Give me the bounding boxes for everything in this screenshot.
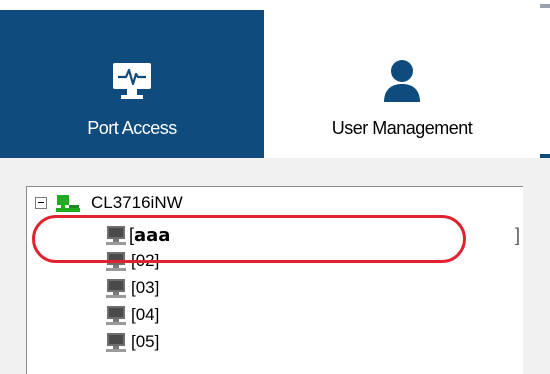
user-icon [382, 52, 422, 110]
tree-port-row[interactable]: [03] [105, 275, 159, 301]
port-label: [05] [131, 332, 160, 351]
window-edge-panel [538, 158, 550, 374]
tree-port-row[interactable]: [05] [105, 329, 159, 355]
port-label: [04] [131, 305, 160, 324]
computer-icon [105, 277, 127, 299]
window-edge [540, 4, 550, 8]
tree-port-row[interactable]: [04] [105, 302, 159, 328]
tab-user-management[interactable]: User Management [264, 10, 540, 158]
tab-port-access-label: Port Access [87, 118, 177, 138]
port-tree-panel: CL3716iNW [ aaa ] [02] [03] [04] [05] [0, 158, 538, 374]
highlight-callout [32, 215, 466, 263]
tree-root-label: CL3716iNW [91, 193, 183, 212]
collapse-icon[interactable] [35, 197, 47, 209]
port-label: [03] [131, 278, 160, 297]
tab-user-management-label: User Management [331, 118, 473, 138]
network-device-icon [55, 193, 81, 213]
computer-icon [105, 331, 127, 353]
tree-root-row[interactable]: CL3716iNW [35, 190, 183, 216]
edit-close-bracket: ] [515, 224, 521, 245]
tab-bar: Port Access User Management [0, 10, 550, 158]
app-window: Port Access User Management CL3716iNW [… [0, 0, 550, 374]
tab-port-access[interactable]: Port Access [0, 10, 264, 158]
computer-icon [105, 304, 127, 326]
monitor-pulse-icon [109, 52, 155, 110]
